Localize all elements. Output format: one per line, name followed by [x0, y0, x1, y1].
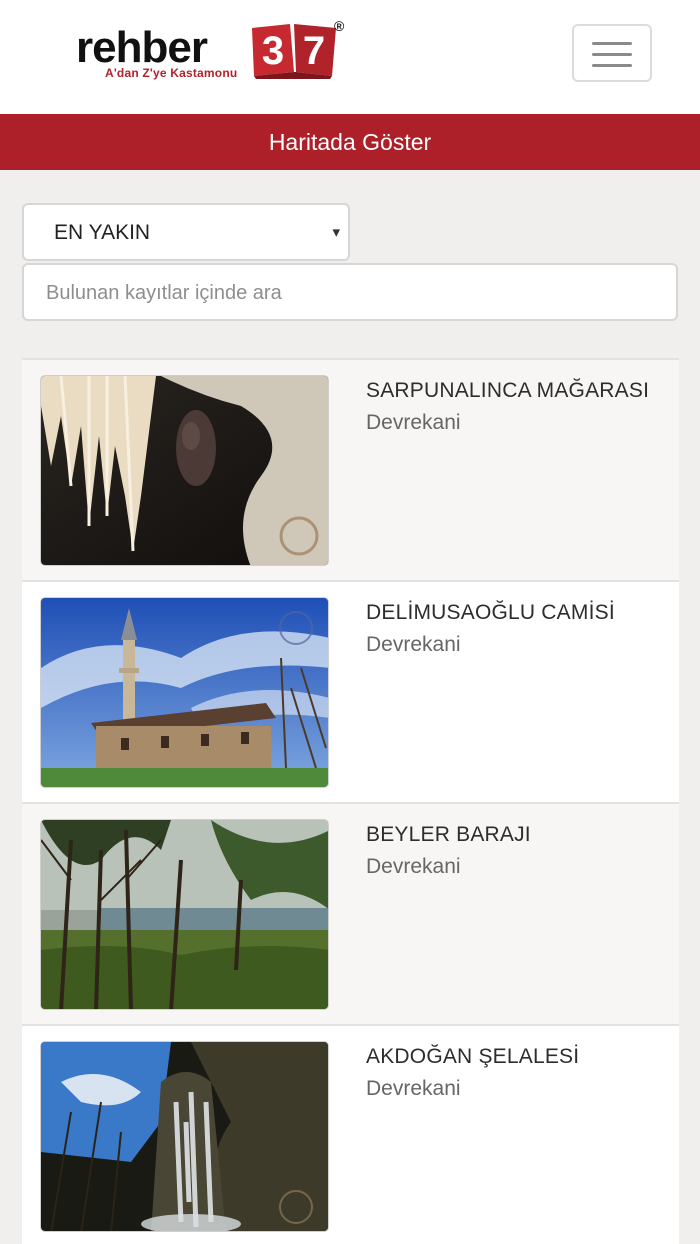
list-item[interactable]: SARPUNALINCA MAĞARASI Devrekani: [22, 358, 679, 580]
place-title[interactable]: AKDOĞAN ŞELALESİ: [366, 1045, 579, 1069]
logo-wordmark: rehber: [76, 23, 208, 72]
logo-tagline: A'dan Z'ye Kastamonu: [105, 66, 238, 80]
place-district: Devrekani: [366, 411, 461, 434]
search-input[interactable]: [46, 279, 646, 307]
app-header: rehber 3 7 ® A'dan Z'ye Kastamonu: [0, 0, 700, 114]
hamburger-icon: [592, 64, 632, 67]
places-list: SARPUNALINCA MAĞARASI Devrekani DELİMUSA…: [22, 358, 679, 1244]
search-box[interactable]: [22, 263, 678, 321]
list-item[interactable]: BEYLER BARAJI Devrekani: [22, 802, 679, 1024]
chevron-down-icon: ▾: [332, 224, 340, 241]
sort-selected-value: EN YAKIN: [54, 221, 151, 244]
place-district: Devrekani: [366, 855, 461, 878]
place-photo-mosque[interactable]: [40, 597, 329, 788]
svg-text:7: 7: [303, 29, 325, 73]
place-title[interactable]: SARPUNALINCA MAĞARASI: [366, 379, 649, 403]
place-district: Devrekani: [366, 633, 461, 656]
hamburger-menu-button[interactable]: [572, 24, 652, 82]
svg-text:3: 3: [262, 29, 284, 73]
sort-select[interactable]: EN YAKIN ▾: [22, 203, 350, 261]
place-photo-cave[interactable]: [40, 375, 329, 566]
list-item[interactable]: AKDOĞAN ŞELALESİ Devrekani: [22, 1024, 679, 1244]
place-photo-dam[interactable]: [40, 819, 329, 1010]
registered-mark: ®: [334, 18, 345, 34]
list-item[interactable]: DELİMUSAOĞLU CAMİSİ Devrekani: [22, 580, 679, 802]
hamburger-icon: [592, 42, 632, 45]
place-title[interactable]: BEYLER BARAJI: [366, 823, 531, 847]
rehber37-logo[interactable]: rehber 3 7 ® A'dan Z'ye Kastamonu: [76, 18, 351, 82]
logo-number-37: 3 7: [252, 24, 336, 79]
show-on-map-label: Haritada Göster: [268, 128, 432, 155]
place-photo-waterfall[interactable]: [40, 1041, 329, 1232]
hamburger-icon: [592, 53, 632, 56]
place-title[interactable]: DELİMUSAOĞLU CAMİSİ: [366, 601, 615, 625]
place-district: Devrekani: [366, 1077, 461, 1100]
show-on-map-button[interactable]: Haritada Göster: [0, 114, 700, 170]
